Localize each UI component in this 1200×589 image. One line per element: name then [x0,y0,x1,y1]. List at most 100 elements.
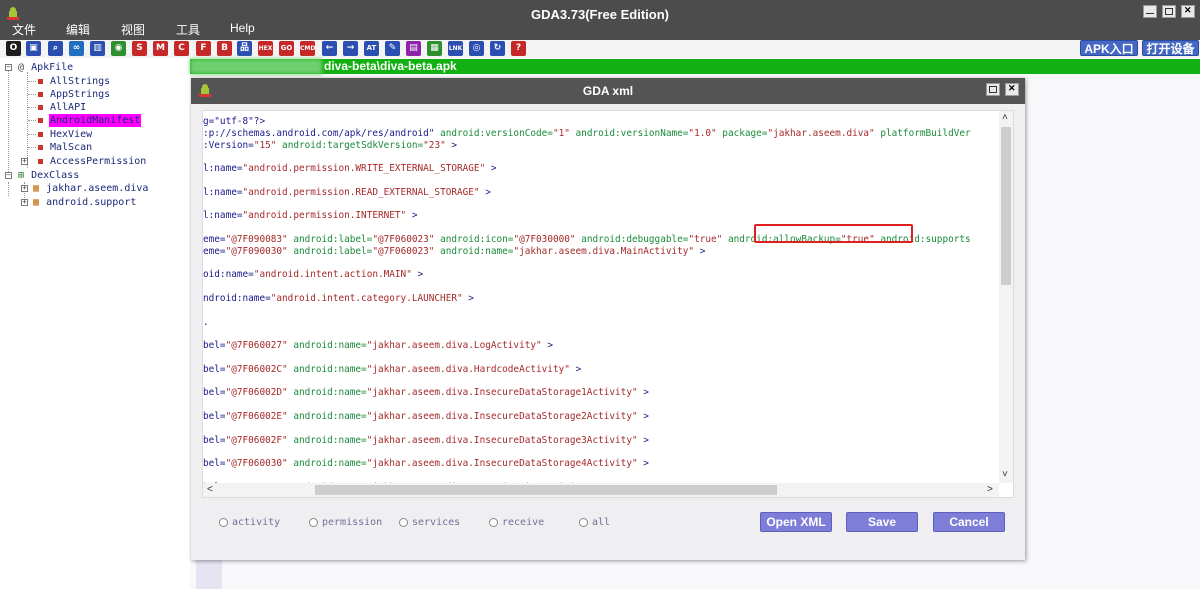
scroll-down-icon[interactable]: ˅ [1002,469,1008,481]
fields-icon[interactable]: F [196,41,211,56]
tree-item-appstrings[interactable]: AppStrings [38,88,111,101]
strings-icon[interactable]: S [132,41,147,56]
vertical-scroll-thumb[interactable] [1001,127,1011,285]
xml-value: "jakhar.aseem.diva.InsecureDataStorage1A… [366,387,644,399]
link-icon[interactable]: ∞ [69,41,84,56]
dialog-title: GDA xml [582,84,634,98]
xml-value: "@7F060027" [225,340,294,352]
tree-item-androidmanifest[interactable]: AndroidManifest [38,114,142,127]
save-icon[interactable]: ▣ [26,41,41,56]
scroll-right-icon[interactable]: > [987,484,993,496]
tree-icon[interactable]: 品 [237,41,252,56]
tree-item-allapi[interactable]: AllAPI [38,101,87,114]
cmd-icon[interactable]: CMD [300,41,315,56]
menu-view[interactable]: 视图 [121,21,145,38]
xml-attribute: android:label= [293,234,373,245]
tree-node-apkfile[interactable]: @ ApkFile [18,61,74,74]
filter-all-radio[interactable]: all [579,517,610,528]
refresh-icon[interactable]: ↻ [490,41,505,56]
tool-icon[interactable]: ✎ [385,41,400,56]
dialog-maximize-button[interactable] [986,83,1000,96]
expand-support-toggle[interactable]: + [21,199,28,206]
xml-value: "@7F060030" [225,458,294,470]
xml-value: "android.permission.WRITE_EXTERNAL_STORA… [242,163,491,175]
regex-icon[interactable]: ◎ [469,41,484,56]
minimize-button[interactable] [1143,5,1157,18]
menu-file[interactable]: 文件 [12,21,36,38]
filter-permission-radio[interactable]: permission [309,517,382,528]
android-icon[interactable]: ◉ [111,41,126,56]
menu-help[interactable]: Help [230,21,255,35]
xml-text: > [451,139,458,151]
filter-activity-radio[interactable]: activity [219,517,280,528]
horizontal-scrollbar[interactable]: < > [203,483,999,497]
xml-text: . [203,316,209,328]
xml-attribute: android:name= [440,245,514,257]
expand-package-toggle[interactable]: + [21,185,28,192]
xml-content-view[interactable]: g="utf-8"?>:p://schemas.android.com/apk/… [202,110,1014,498]
tree-item-allstrings[interactable]: AllStrings [38,75,111,88]
vertical-scrollbar[interactable]: ˄ ˅ [999,111,1013,483]
xml-text: l:name= [203,210,243,222]
apk-entry-button[interactable]: APK入口 [1080,40,1138,56]
xml-text: bel= [203,340,226,352]
tree-item-package-support[interactable]: ▦ android.support [33,196,137,209]
tree-item-hexview[interactable]: HexView [38,128,93,141]
window-title: GDA3.73(Free Edition) [531,7,669,22]
at-icon[interactable]: AT [364,41,379,56]
scroll-up-icon[interactable]: ˄ [1002,112,1008,124]
tree-item-malscan[interactable]: MalScan [38,141,93,154]
filter-services-radio[interactable]: services [399,517,460,528]
classes-icon[interactable]: C [174,41,189,56]
document-icon[interactable]: ▤ [406,41,421,56]
toolbar: O ▣ ⌕ ∞ ▥ ◉ S M C F B 品 HEX GO CMD ← → A… [0,40,1200,58]
dialog-close-button[interactable]: ✕ [1005,83,1019,96]
search-icon[interactable]: ⌕ [48,41,63,56]
goto-icon[interactable]: GO [279,41,294,56]
menu-edit[interactable]: 编辑 [66,21,90,38]
item-icon [38,104,43,110]
help-icon[interactable]: ? [511,41,526,56]
xml-value: "15" [253,139,283,151]
tree-item-package-diva[interactable]: ▦ jakhar.aseem.diva [33,182,149,195]
xml-text: eme= [203,234,226,245]
hex-icon[interactable]: HEX [258,41,273,56]
tree-item-accesspermission[interactable]: AccessPermission [38,155,147,168]
horizontal-scroll-thumb[interactable] [315,485,777,495]
chart-icon[interactable]: ▥ [90,41,105,56]
scroll-left-icon[interactable]: < [207,484,213,496]
expand-accesspermission-toggle[interactable]: + [21,158,28,165]
collapse-dexclass-toggle[interactable]: − [5,172,12,179]
methods-icon[interactable]: M [153,41,168,56]
xml-value: "true" [688,234,728,245]
open-xml-button[interactable]: Open XML [760,512,832,532]
forward-arrow-icon[interactable]: → [343,41,358,56]
xml-value: "android.intent.category.LAUNCHER" [270,293,469,304]
xml-text: > [417,269,424,281]
open-device-button[interactable]: 打开设备 [1142,40,1199,56]
xml-value: "23" [423,139,452,151]
menu-tools[interactable]: 工具 [176,21,200,38]
xml-text: > [485,186,491,198]
xml-value: "jakhar.aseem.diva" [767,127,881,139]
back-arrow-icon[interactable]: ← [322,41,337,56]
item-icon [38,158,43,164]
save-button[interactable]: Save [846,512,918,532]
picture-icon[interactable]: ▦ [427,41,442,56]
cancel-button[interactable]: Cancel [933,512,1005,532]
close-window-button[interactable]: ✕ [1181,5,1195,18]
filter-receive-radio[interactable]: receive [489,517,544,528]
xml-value: "@7F06002C" [225,363,294,375]
xml-line: bel="@7F06002F" android:name="jakhar.ase… [203,435,649,446]
maximize-button[interactable] [1162,5,1176,18]
xml-text: > [643,458,649,470]
tree-node-dexclass[interactable]: ⊞ DexClass [18,169,80,182]
collapse-apkfile-toggle[interactable]: − [5,64,12,71]
bookmark-icon[interactable]: B [217,41,232,56]
xml-line: g="utf-8"?> [203,116,265,127]
open-icon[interactable]: O [6,41,21,56]
xml-value: "android.intent.action.MAIN" [253,269,418,281]
xml-text: > [643,387,649,399]
lnk-icon[interactable]: LNK [448,41,463,56]
item-icon [38,78,43,84]
